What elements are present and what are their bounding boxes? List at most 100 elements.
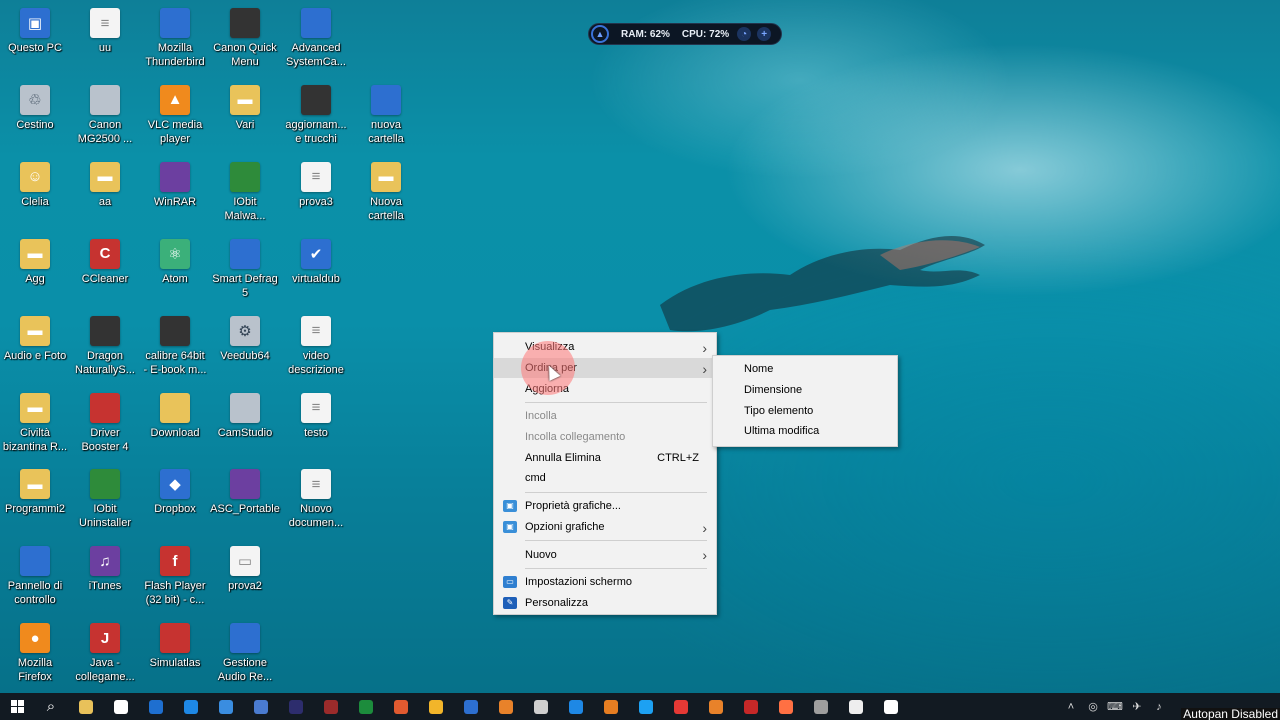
desktop-icon[interactable]: ● Mozilla Firefox [0,617,71,691]
volume-icon[interactable]: ♪ [1148,701,1170,713]
taskbar-dragon-icon[interactable] [243,693,278,720]
taskbar-snip-icon[interactable] [873,693,908,720]
submenu-item-dimensione[interactable]: Dimensione [713,380,897,401]
taskbar-circle-app-icon[interactable] [733,693,768,720]
desktop-icon[interactable]: ⚙ Veedub64 [209,310,281,384]
start-button[interactable] [0,693,34,720]
desktop-icon[interactable]: ◆ Dropbox [139,463,211,537]
desktop-icon[interactable]: ☺ Clelia [0,156,71,230]
desktop-icon[interactable]: calibre 64bit - E-book m... [139,310,211,384]
taskbar-green-app-icon[interactable] [453,693,488,720]
desktop-icon[interactable]: C CCleaner [69,233,141,307]
desktop-icon[interactable]: ▲ VLC media player [139,79,211,153]
taskbar-m-app-icon[interactable] [383,693,418,720]
menu-item-incolla[interactable]: Incolla [494,406,716,427]
desktop-icon[interactable]: Mozilla Thunderbird [139,2,211,76]
desktop-icon[interactable]: Simulatlas [139,617,211,691]
menu-item-cmd[interactable]: cmd [494,468,716,489]
menu-item-proprieta-grafiche[interactable]: ▣ Proprietà grafiche... [494,496,716,517]
desktop-icon[interactable]: ✔ virtualdub [280,233,352,307]
desktop-icon[interactable]: Gestione Audio Re... [209,617,281,691]
desktop-icon[interactable]: ≡ uu [69,2,141,76]
desktop-icon[interactable]: Advanced SystemCa... [280,2,352,76]
desktop-icon[interactable]: ⚛ Atom [139,233,211,307]
advanced-systemcare-icon[interactable]: ▲ [591,25,609,43]
chevron-up-icon[interactable]: ˄ [1060,701,1082,713]
taskbar-file-explorer-icon[interactable] [68,693,103,720]
menu-item-nuovo[interactable]: Nuovo › [494,544,716,565]
desktop-icon[interactable]: ≡ testo [280,387,352,461]
taskbar-ie-icon[interactable] [208,693,243,720]
submenu-item-tipo-elemento[interactable]: Tipo elemento [713,400,897,421]
desktop-icon[interactable]: IObit Uninstaller [69,463,141,537]
submenu-item-label: Ultima modifica [744,425,820,438]
desktop-icon[interactable]: Driver Booster 4 [69,387,141,461]
submenu-item-nome[interactable]: Nome [713,359,897,380]
taskbar-store-icon[interactable] [103,693,138,720]
taskbar-notepad-icon[interactable] [838,693,873,720]
taskbar-chrome-icon[interactable] [523,693,558,720]
taskbar-ccleaner-icon[interactable] [488,693,523,720]
taskbar-monitor-icon[interactable] [348,693,383,720]
desktop-icon[interactable]: ▬ Audio e Foto [0,310,71,384]
menu-item-annulla-elimina[interactable]: Annulla Elimina CTRL+Z [494,447,716,468]
taskbar-outlook-icon[interactable] [138,693,173,720]
desktop-icon[interactable]: ≡ video descrizione [280,310,352,384]
desktop-icon[interactable]: ▬ Vari [209,79,281,153]
desktop-icon[interactable]: aggiornam... e trucchi [280,79,352,153]
network-icon[interactable]: ◎ [1082,700,1104,713]
taskbar-photos-icon[interactable] [803,693,838,720]
desktop-icon[interactable]: Download [139,387,211,461]
file-explorer-icon [78,699,93,714]
menu-item-label: Proprietà grafiche... [525,500,621,513]
desktop-icon[interactable]: ♫ iTunes [69,540,141,614]
system-monitor-widget[interactable]: ▲ RAM: 62% CPU: 72% ◔ + [588,23,782,45]
desktop-icon[interactable]: ≡ prova3 [280,156,352,230]
desktop-icon[interactable]: Canon Quick Menu [209,2,281,76]
desktop-icon[interactable]: Dragon NaturallyS... [69,310,141,384]
desktop-icon[interactable]: ▭ prova2 [209,540,281,614]
search-icon[interactable]: ⌕ [34,693,68,720]
taskbar-red-app-icon[interactable] [418,693,453,720]
taskbar-firefox-icon[interactable] [698,693,733,720]
desktop-icon[interactable]: WinRAR [139,156,211,230]
menu-item-personalizza[interactable]: ✎ Personalizza [494,593,716,614]
taskbar-firefox2-icon[interactable] [768,693,803,720]
plus-icon[interactable]: + [757,27,772,41]
desktop-icon[interactable]: ▬ aa [69,156,141,230]
desktop-icon[interactable]: ▬ Programmi2 [0,463,71,537]
menu-item-visualizza[interactable]: Visualizza › [494,337,716,358]
desktop-icon[interactable]: f Flash Player (32 bit) - c... [139,540,211,614]
boost-icon[interactable]: ◔ [737,27,752,41]
taskbar-audio-icon[interactable] [628,693,663,720]
desktop-icon[interactable]: ▬ Civiltà bizantina R... [0,387,71,461]
menu-item-ordina-per[interactable]: Ordina per › [494,357,716,379]
taskbar-winamp-icon[interactable] [313,693,348,720]
taskbar-edge-icon[interactable] [173,693,208,720]
desktop-icon[interactable]: ▬ Agg [0,233,71,307]
menu-item-impostazioni-schermo[interactable]: ▭ Impostazioni schermo [494,572,716,593]
desktop-icon[interactable]: ♲ Cestino [0,79,71,153]
desktop-icon[interactable]: CamStudio [209,387,281,461]
taskbar-media-icon[interactable] [278,693,313,720]
desktop-icon[interactable]: IObit Malwa... [209,156,281,230]
menu-item-aggiorna[interactable]: Aggiorna [494,378,716,399]
desktop-icon[interactable]: Pannello di controllo [0,540,71,614]
desktop-icon[interactable]: ▬ Nuova cartella [350,156,422,230]
taskbar-vlc-icon[interactable] [593,693,628,720]
desktop-icon[interactable]: Smart Defrag 5 [209,233,281,307]
menu-item-opzioni-grafiche[interactable]: ▣ Opzioni grafiche › [494,517,716,538]
keyboard-icon[interactable]: ⌨ [1104,700,1126,713]
airplane-icon[interactable]: ✈ [1126,700,1148,713]
desktop-icon[interactable]: J Java - collegame... [69,617,141,691]
taskbar-dropbox-icon[interactable] [558,693,593,720]
taskbar: ⌕ ˄ ◎ ⌨ ✈ ♪ [0,693,1280,720]
menu-item-incolla-collegamento[interactable]: Incolla collegamento [494,427,716,448]
desktop-icon[interactable]: Canon MG2500 ... [69,79,141,153]
desktop-icon[interactable]: nuova cartella [350,79,422,153]
taskbar-iobit-icon[interactable] [663,693,698,720]
submenu-item-ultima-modifica[interactable]: Ultima modifica [713,421,897,442]
desktop-icon[interactable]: ▣ Questo PC [0,2,71,76]
desktop-icon[interactable]: ASC_Portable [209,463,281,537]
desktop-icon[interactable]: ≡ Nuovo documen... [280,463,352,537]
